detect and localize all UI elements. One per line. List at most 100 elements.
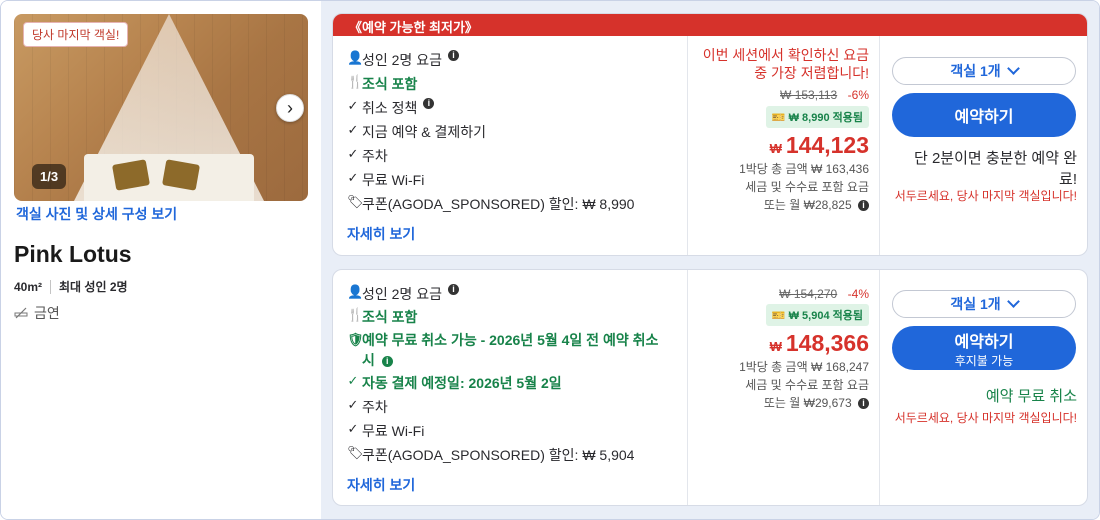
more-details-link[interactable]: 자세히 보기	[347, 224, 415, 244]
offer-price: 이번 세션에서 확인하신 요금 중 가장 저렴합니다! ₩ 153,113 -6…	[687, 36, 879, 255]
room-count-label: 객실 1개	[950, 296, 1001, 312]
coupon-applied-badge: 🎫 ₩ 8,990 적용됨	[765, 106, 869, 128]
feature-label: 지금 예약 & 결제하기	[362, 124, 487, 140]
non-smoking-label: 금연	[34, 305, 60, 321]
feature-item: ✓ 자동 결제 예정일: 2026년 5월 2일	[347, 373, 562, 393]
room-meta: 40m² 최대 성인 2명	[14, 278, 128, 295]
feature-item: 🏷 쿠폰(AGODA_SPONSORED) 할인: ₩ 5,904	[347, 445, 634, 465]
chevron-down-icon	[1006, 62, 1020, 75]
book-button[interactable]: 예약하기	[892, 93, 1076, 137]
info-icon[interactable]: i	[858, 398, 869, 410]
feature-item: 👤 성인 2명 요금 i	[347, 50, 459, 70]
tax-note: 세금 및 수수료 포함 요금	[745, 378, 869, 392]
last-room-warning: 서두르세요, 당사 마지막 객실입니다!	[894, 411, 1077, 425]
feature-label: 주차	[362, 399, 388, 415]
next-photo-button[interactable]: ›	[276, 94, 304, 122]
offers-list: 《예약 가능한 최저가》 👤 성인 2명 요금 i 🍴 조식 포함 ✓ 취소 정…	[321, 1, 1099, 519]
book-button-label: 예약하기	[954, 333, 1014, 351]
feature-item: 👤 성인 2명 요금 i	[347, 284, 459, 304]
room-size: 40m²	[14, 279, 43, 294]
feature-item: 🍴 조식 포함	[347, 74, 417, 94]
discount-percent: -4%	[847, 287, 869, 301]
utensils-icon: 🍴	[347, 74, 364, 89]
feature-item: ✓ 무료 Wi-Fi	[347, 170, 425, 190]
last-room-warning: 서두르세요, 당사 마지막 객실입니다!	[894, 189, 1077, 203]
room-photo[interactable]: 당사 마지막 객실! › 1/3	[14, 14, 308, 201]
monthly-price-label: 또는 월 ₩28,825	[763, 198, 852, 212]
original-price: ₩ 154,270	[779, 287, 838, 301]
monthly-price: 또는 월 ₩28,825 i	[764, 197, 869, 214]
feature-label: 무료 Wi-Fi	[362, 172, 425, 188]
check-icon: ✓	[347, 397, 359, 412]
total-per-night: 1박당 총 금액 ₩ 168,247	[739, 360, 869, 374]
free-cancel-label: 예약 무료 취소 가능 - 2026년 5월 4일 전 예약 취소 시	[362, 332, 659, 368]
coupon-applied-label: ₩ 5,904 적용됨	[788, 310, 863, 322]
feature-item: 🏷 쿠폰(AGODA_SPONSORED) 할인: ₩ 8,990	[347, 194, 634, 214]
feature-label: 성인 2명 요금	[362, 52, 442, 68]
check-icon: ✓	[347, 146, 359, 161]
pay-later-label: 후지불 가능	[954, 353, 1014, 368]
feature-label: 주차	[362, 148, 388, 164]
info-icon[interactable]: i	[447, 50, 459, 61]
offer-booking: 객실 1개 예약하기 단 2분이면 충분한 예약 완료! 서두르세요, 당사 마…	[879, 36, 1087, 255]
room-photos-link[interactable]: 객실 사진 및 상세 구성 보기	[16, 204, 177, 224]
free-cancel-note: 예약 무료 취소	[985, 388, 1077, 405]
feature-label: 무료 Wi-Fi	[362, 423, 425, 439]
person-icon: 👤	[347, 284, 364, 299]
chevron-down-icon	[1006, 295, 1020, 308]
feature-item: 🛡 예약 무료 취소 가능 - 2026년 5월 4일 전 예약 취소 시 i	[347, 330, 667, 370]
price-value: 144,123	[785, 132, 869, 158]
last-room-badge: 당사 마지막 객실!	[23, 22, 129, 47]
coupon-applied-badge: 🎫 ₩ 5,904 적용됨	[765, 304, 869, 326]
no-smoking-icon	[14, 307, 28, 319]
offer-features: 👤 성인 2명 요금 i 🍴 조식 포함 🛡 예약 무료 취소 가능 - 202…	[333, 270, 687, 505]
check-icon: ✓	[347, 170, 359, 185]
feature-label: 취소 정책	[362, 100, 418, 116]
pillow-image	[162, 159, 200, 191]
info-icon[interactable]: i	[858, 200, 869, 212]
feature-item: ✓ 지금 예약 & 결제하기	[347, 122, 487, 142]
check-icon: ✓	[347, 373, 359, 388]
tag-icon: 🏷	[347, 194, 364, 209]
offer-price: ₩ 154,270 -4% 🎫 ₩ 5,904 적용됨 ₩ 148,366 1박…	[687, 270, 879, 505]
total-per-night: 1박당 총 금액 ₩ 163,436	[739, 162, 869, 176]
non-smoking: 금연	[14, 303, 60, 323]
book-button-label: 예약하기	[954, 109, 1014, 126]
final-price: ₩ 148,366	[770, 330, 869, 357]
ticket-icon: 🎫	[771, 310, 786, 322]
feature-item: ✓ 주차	[347, 146, 388, 166]
room-count-label: 객실 1개	[950, 63, 1001, 79]
ticket-icon: 🎫	[771, 112, 786, 124]
info-icon[interactable]: i	[447, 284, 459, 295]
room-offer-container: 당사 마지막 객실! › 1/3 객실 사진 및 상세 구성 보기 Pink L…	[0, 0, 1100, 520]
feature-item: ✓ 무료 Wi-Fi	[347, 421, 425, 441]
info-icon[interactable]: i	[381, 355, 393, 367]
tax-note: 세금 및 수수료 포함 요금	[745, 180, 869, 194]
feature-label: 조식 포함	[362, 309, 418, 325]
feature-label: 쿠폰(AGODA_SPONSORED) 할인: ₩ 8,990	[362, 196, 635, 212]
feature-item: ✓ 주차	[347, 397, 388, 417]
currency-symbol: ₩	[769, 339, 782, 354]
feature-item: ✓ 취소 정책 i	[347, 98, 435, 118]
original-price-row: ₩ 153,113 -6%	[780, 86, 869, 104]
room-count-select[interactable]: 객실 1개	[892, 57, 1076, 85]
currency-symbol: ₩	[769, 141, 782, 156]
room-name: Pink Lotus	[14, 241, 132, 267]
check-icon: ✓	[347, 122, 359, 137]
quick-booking-note: 단 2분이면 충분한 예약 완료!	[913, 150, 1077, 188]
original-price-row: ₩ 154,270 -4%	[779, 285, 869, 303]
discount-percent: -6%	[847, 88, 869, 102]
person-icon: 👤	[347, 50, 364, 65]
chevron-right-icon: ›	[287, 97, 293, 118]
info-icon[interactable]: i	[423, 98, 435, 109]
more-details-link[interactable]: 자세히 보기	[347, 475, 415, 495]
divider	[50, 279, 52, 294]
monthly-price-label: 또는 월 ₩29,673	[763, 396, 852, 410]
max-occupancy: 최대 성인 2명	[59, 280, 128, 294]
room-count-select[interactable]: 객실 1개	[892, 290, 1076, 318]
original-price: ₩ 153,113	[780, 88, 838, 102]
book-button[interactable]: 예약하기 후지불 가능	[892, 326, 1076, 370]
feature-label: 예약 무료 취소 가능 - 2026년 5월 4일 전 예약 취소 시 i	[362, 330, 667, 370]
price-value: 148,366	[785, 330, 869, 356]
monthly-price: 또는 월 ₩29,673 i	[764, 395, 869, 412]
